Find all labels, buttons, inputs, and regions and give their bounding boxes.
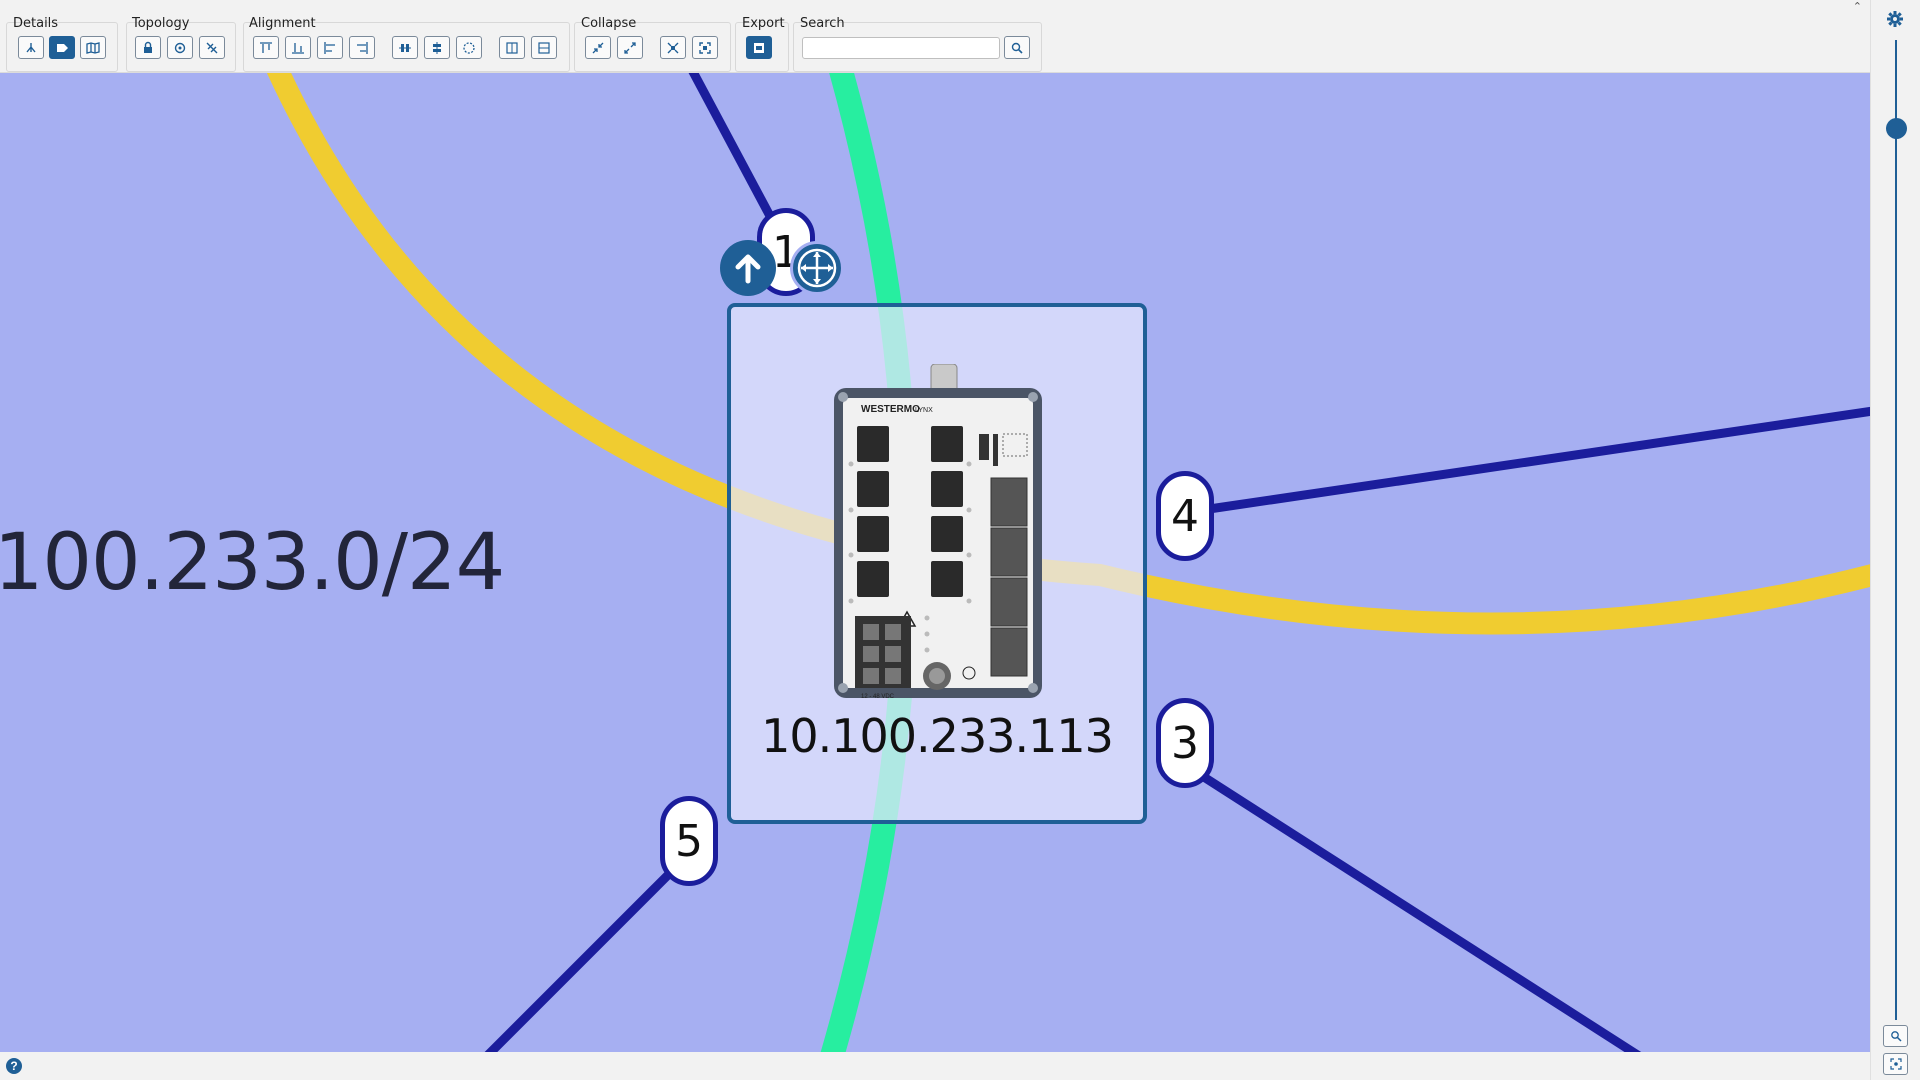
tree-icon	[26, 42, 36, 52]
port-4-link[interactable]	[1181, 406, 1870, 518]
device-model: LYNX	[915, 407, 933, 414]
zoom-slider-track[interactable]	[1895, 40, 1897, 1020]
zoom-slider-handle[interactable]	[1886, 118, 1907, 139]
port-badge-5[interactable]: 5	[660, 796, 718, 886]
port-3-link[interactable]	[1179, 759, 1650, 1052]
expand-icon	[624, 41, 636, 54]
status-bar	[0, 1052, 1870, 1080]
distribute-h-icon	[506, 41, 518, 54]
search-icon	[1011, 42, 1023, 54]
topology-lock-button[interactable]	[135, 36, 161, 59]
gear-icon	[1887, 11, 1903, 27]
label-icon	[57, 43, 68, 52]
search-label: Search	[800, 16, 845, 31]
zoom-panel	[1870, 0, 1920, 1080]
details-label: Details	[13, 16, 59, 31]
hide-links-icon	[206, 42, 218, 53]
node-ip-label[interactable]: 10.100.233.113	[731, 709, 1143, 763]
search-button[interactable]	[1004, 36, 1030, 59]
circle-layout-icon	[463, 41, 475, 54]
zoom-in-icon	[1890, 1031, 1902, 1042]
align-top-button[interactable]	[253, 36, 279, 59]
device-brand: WESTERMO	[861, 404, 920, 415]
help-icon[interactable]: ?	[6, 1058, 22, 1074]
zoom-in-button[interactable]	[1883, 1025, 1908, 1047]
node-parent-button[interactable]	[720, 240, 776, 296]
topology-hide-links-button[interactable]	[199, 36, 225, 59]
align-right-icon	[357, 41, 368, 54]
search-input[interactable]	[802, 37, 1000, 59]
expand-button[interactable]	[617, 36, 643, 59]
details-label-button[interactable]	[49, 36, 75, 59]
image-export-icon	[754, 42, 764, 53]
export-label: Export	[742, 16, 785, 31]
details-map-button[interactable]	[80, 36, 106, 59]
details-topology-button[interactable]	[18, 36, 44, 59]
power-label: 12 - 48 VDC	[861, 694, 895, 700]
alignment-label: Alignment	[249, 16, 316, 31]
align-center-horizontal-button[interactable]	[392, 36, 418, 59]
align-center-v-icon	[433, 41, 441, 54]
align-top-icon	[260, 41, 272, 53]
collapse-all-icon	[667, 42, 679, 53]
collapse-button[interactable]	[585, 36, 611, 59]
device-node[interactable]: WESTERMO LYNX 12 - 48 VDC 10.100.233.113	[727, 303, 1147, 824]
align-center-h-icon	[399, 43, 411, 52]
collapse-all-button[interactable]	[660, 36, 686, 59]
align-bottom-icon	[292, 42, 304, 54]
toolbar: ⌃ Details Topology Alignment Collapse Ex…	[0, 0, 1870, 73]
distribute-horizontal-button[interactable]	[499, 36, 525, 59]
distribute-v-icon	[538, 41, 550, 54]
export-png-button[interactable]	[746, 36, 772, 59]
subnet-label[interactable]: .100.233.0/24	[0, 518, 505, 608]
topology-app: ⌃ Details Topology Alignment Collapse Ex…	[0, 0, 1920, 1080]
node-move-button[interactable]	[790, 241, 844, 295]
expand-all-button[interactable]	[692, 36, 718, 59]
align-right-button[interactable]	[349, 36, 375, 59]
device-image: WESTERMO LYNX 12 - 48 VDC	[834, 364, 1042, 700]
align-left-button[interactable]	[317, 36, 343, 59]
fit-to-screen-icon	[1889, 1058, 1902, 1070]
topology-layout-button[interactable]	[167, 36, 193, 59]
align-bottom-button[interactable]	[285, 36, 311, 59]
collapse-label: Collapse	[581, 16, 637, 31]
port-5-link[interactable]	[480, 859, 684, 1052]
lock-icon	[144, 41, 152, 53]
port-badge-3[interactable]: 3	[1156, 698, 1214, 788]
arrow-up-icon	[735, 254, 761, 284]
align-circle-button[interactable]	[456, 36, 482, 59]
topology-label: Topology	[132, 16, 190, 31]
topology-canvas[interactable]: .100.233.0/24 1 4 3 5 WESTERMO LYNX 12 -…	[0, 73, 1870, 1052]
align-center-vertical-button[interactable]	[424, 36, 450, 59]
fit-to-screen-button[interactable]	[1883, 1053, 1908, 1075]
align-left-icon	[324, 41, 335, 54]
distribute-vertical-button[interactable]	[531, 36, 557, 59]
expand-all-icon	[699, 41, 711, 54]
move-icon	[797, 248, 837, 288]
collapse-icon	[592, 42, 604, 53]
layout-icon	[174, 42, 186, 53]
port-badge-4[interactable]: 4	[1156, 471, 1214, 561]
map-icon	[86, 41, 100, 54]
settings-button[interactable]	[1887, 11, 1903, 32]
toolbar-collapse-icon[interactable]: ⌃	[1853, 0, 1862, 13]
